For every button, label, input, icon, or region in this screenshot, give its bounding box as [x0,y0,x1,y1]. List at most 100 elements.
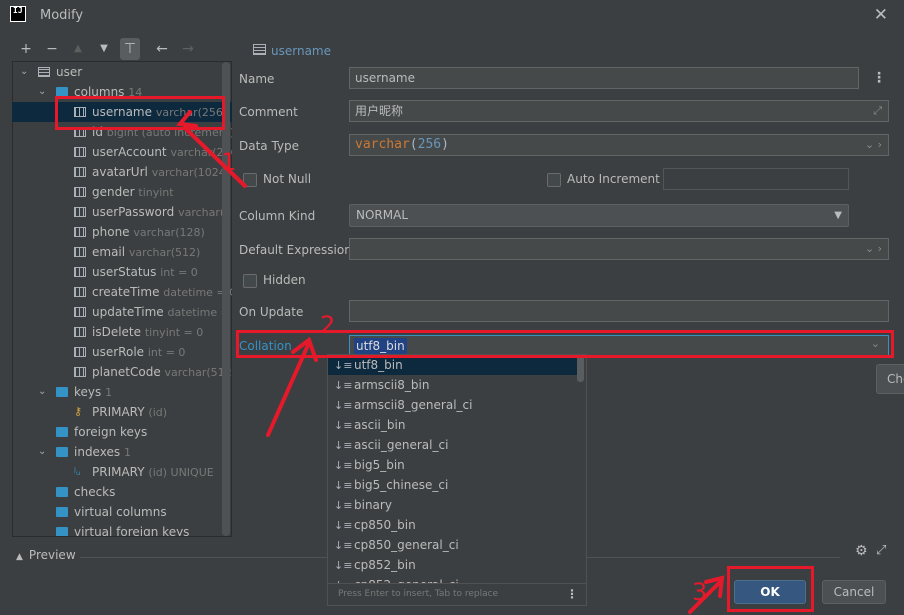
collation-option[interactable]: ↓≡ binary [328,495,578,515]
sort-icon: ↓≡ [334,539,353,552]
tree-item-label: checks [74,485,116,499]
close-icon[interactable]: ✕ [874,5,888,25]
tree-item-label: keys [74,385,102,399]
move-down-icon[interactable]: ▼ [94,38,114,60]
gear-icon[interactable]: ⚙ [855,543,868,559]
tree-item-column[interactable]: isDelete tinyint = 0 [12,322,232,342]
collation-option-label: binary [354,498,392,512]
auto-increment-checkbox[interactable]: Auto Increment [547,172,660,187]
column-name: userAccount [92,145,167,159]
tree-toolbar: + − ▲ ▼ ⊤ ← → [14,38,231,60]
on-update-label: On Update [239,305,304,319]
column-kind-value: NORMAL [356,208,409,222]
tree-item-label: foreign keys [74,425,148,439]
on-update-field[interactable] [349,300,889,322]
chevron-down-icon[interactable]: ⌄ [20,62,28,82]
tree-item-user[interactable]: ⌄ user [12,62,232,82]
collation-option-label: armscii8_bin [354,378,430,392]
back-icon[interactable]: ← [152,38,172,60]
column-type: varchar(128) [133,226,205,239]
tree-item-primary-index[interactable]: ʲᵤ PRIMARY (id) UNIQUE [12,462,232,482]
collation-option[interactable]: ↓≡ armscii8_general_ci [328,395,578,415]
sort-icon: ↓≡ [334,359,353,372]
tree-item-column[interactable]: userRole int = 0 [12,342,232,362]
annotation-box-1 [55,96,225,130]
default-expression-field[interactable]: ⌄ › [349,238,889,260]
expand-field-icon[interactable]: ⤢ [873,101,882,121]
collation-option[interactable]: ↓≡ big5_bin [328,455,578,475]
column-name: phone [92,225,130,239]
collation-option[interactable]: ↓≡ cp850_bin [328,515,578,535]
more-vertical-icon[interactable]: ⋮ [566,584,578,604]
chevron-down-icon[interactable]: ⌄ [38,82,46,102]
column-icon [74,367,86,377]
collation-option[interactable]: ↓≡ ascii_general_ci [328,435,578,455]
tree-scrollbar[interactable] [222,62,230,536]
tree-item-indexes[interactable]: ⌄ indexes 1 [12,442,232,462]
collation-option[interactable]: ↓≡ armscii8_bin [328,375,578,395]
tree-item-column[interactable]: userStatus int = 0 [12,262,232,282]
hidden-checkbox[interactable]: Hidden [243,273,306,288]
tree-item-label: virtual columns [74,505,167,519]
column-icon [74,147,86,157]
tree-item-keys[interactable]: ⌄ keys 1 [12,382,232,402]
chevron-down-right-icon[interactable]: ⌄ › [865,239,882,259]
checkbox-box[interactable] [243,172,257,187]
sort-icon: ↓≡ [334,379,353,392]
tree-item-checks[interactable]: checks [12,482,232,502]
schema-tree: ⌄ user ⌄ columns 14 username varchar(256… [12,62,232,536]
triangle-down-icon: ▼ [834,210,842,221]
tree-item-label: PRIMARY [92,405,145,419]
more-vertical-icon[interactable]: ⋮ [872,70,886,86]
tree-item-meta: (id) [148,406,168,419]
tree-item-column[interactable]: userPassword varchar(512) [12,202,232,222]
column-name: updateTime [92,305,164,319]
column-name: email [92,245,126,259]
tree-item-column[interactable]: userAccount varchar(256) [12,142,232,162]
dropdown-scrollbar[interactable] [577,356,584,382]
auto-increment-field[interactable] [663,168,849,190]
pin-icon[interactable]: ⊤ [120,38,140,60]
expand-icon[interactable]: ⤢ [876,543,886,558]
tree-item-virtual-foreign-keys[interactable]: virtual foreign keys [12,522,232,536]
collation-option[interactable]: ↓≡ big5_chinese_ci [328,475,578,495]
tree-item-column[interactable]: updateTime datetime = CU [12,302,232,322]
datatype-field[interactable]: varchar(256) ⌄ › [349,134,889,156]
name-field[interactable]: username [349,67,859,89]
tree-item-column[interactable]: gender tinyint [12,182,232,202]
collation-option[interactable]: ↓≡ ascii_bin [328,415,578,435]
collation-option[interactable]: ↓≡ cp850_general_ci [328,535,578,555]
collation-option[interactable]: ↓≡ utf8_bin [328,355,578,375]
checkbox-box[interactable] [243,273,257,288]
not-null-checkbox[interactable]: Not Null [243,172,311,187]
chevron-down-icon[interactable]: ⌄ [38,442,46,462]
chevron-down-icon[interactable]: ⌄ [38,382,46,402]
tree-item-virtual-columns[interactable]: virtual columns [12,502,232,522]
tree-item-foreign-keys[interactable]: foreign keys [12,422,232,442]
chevron-down-right-icon[interactable]: ⌄ › [865,135,882,155]
tree-item-label: user [56,65,83,79]
move-up-icon[interactable]: ▲ [68,38,88,60]
column-name: gender [92,185,135,199]
collation-option[interactable]: ↓≡ cp852_bin [328,555,578,575]
tree-item-column[interactable]: phone varchar(128) [12,222,232,242]
index-icon: ʲᵤ [74,465,81,478]
tree-item-primary-key[interactable]: ⚷ PRIMARY (id) [12,402,232,422]
tree-item-column[interactable]: email varchar(512) [12,242,232,262]
column-icon [74,347,86,357]
forward-icon[interactable]: → [178,38,198,60]
check-button[interactable]: Che [876,364,904,394]
tree-item-column[interactable]: avatarUrl varchar(1024) [12,162,232,182]
cancel-button[interactable]: Cancel [822,580,886,604]
checkbox-box[interactable] [547,172,561,187]
column-kind-select[interactable]: NORMAL ▼ [349,204,849,227]
folder-icon [56,487,68,497]
preview-toggle[interactable]: ▲ Preview [16,548,76,562]
remove-icon[interactable]: − [42,38,62,60]
add-icon[interactable]: + [16,38,36,60]
tree-item-column[interactable]: createTime datetime = CUR [12,282,232,302]
tree-item-column[interactable]: planetCode varchar(512) [12,362,232,382]
comment-field[interactable]: 用户昵称 ⤢ [349,100,889,122]
collation-dropdown[interactable]: ↓≡ utf8_bin ↓≡ armscii8_bin ↓≡ armscii8_gener… [327,354,587,606]
annotation-arrowhead-3 [704,575,725,598]
